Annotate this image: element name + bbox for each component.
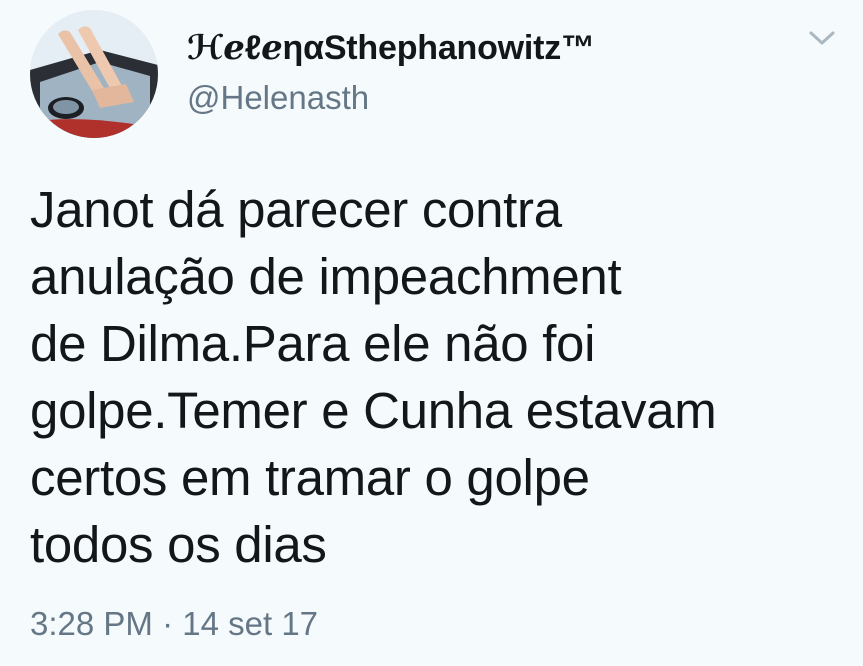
tweet-card: ℋℯℓℯηαSthephanowitz™ @Helenasth Janot dá… xyxy=(0,0,863,666)
avatar-image xyxy=(30,10,158,138)
meta-separator: · xyxy=(162,605,174,642)
chevron-down-icon[interactable] xyxy=(806,26,838,50)
tweet-date: 14 set 17 xyxy=(182,605,319,642)
avatar[interactable] xyxy=(30,10,158,138)
username[interactable]: @Helenasth xyxy=(187,79,369,117)
display-name[interactable]: ℋℯℓℯηαSthephanowitz™ xyxy=(187,28,595,68)
tweet-text: Janot dá parecer contra anulação de impe… xyxy=(30,181,717,573)
tweet-time: 3:28 PM xyxy=(30,605,153,642)
tweet-timestamp[interactable]: 3:28 PM · 14 set 17 xyxy=(30,605,318,643)
